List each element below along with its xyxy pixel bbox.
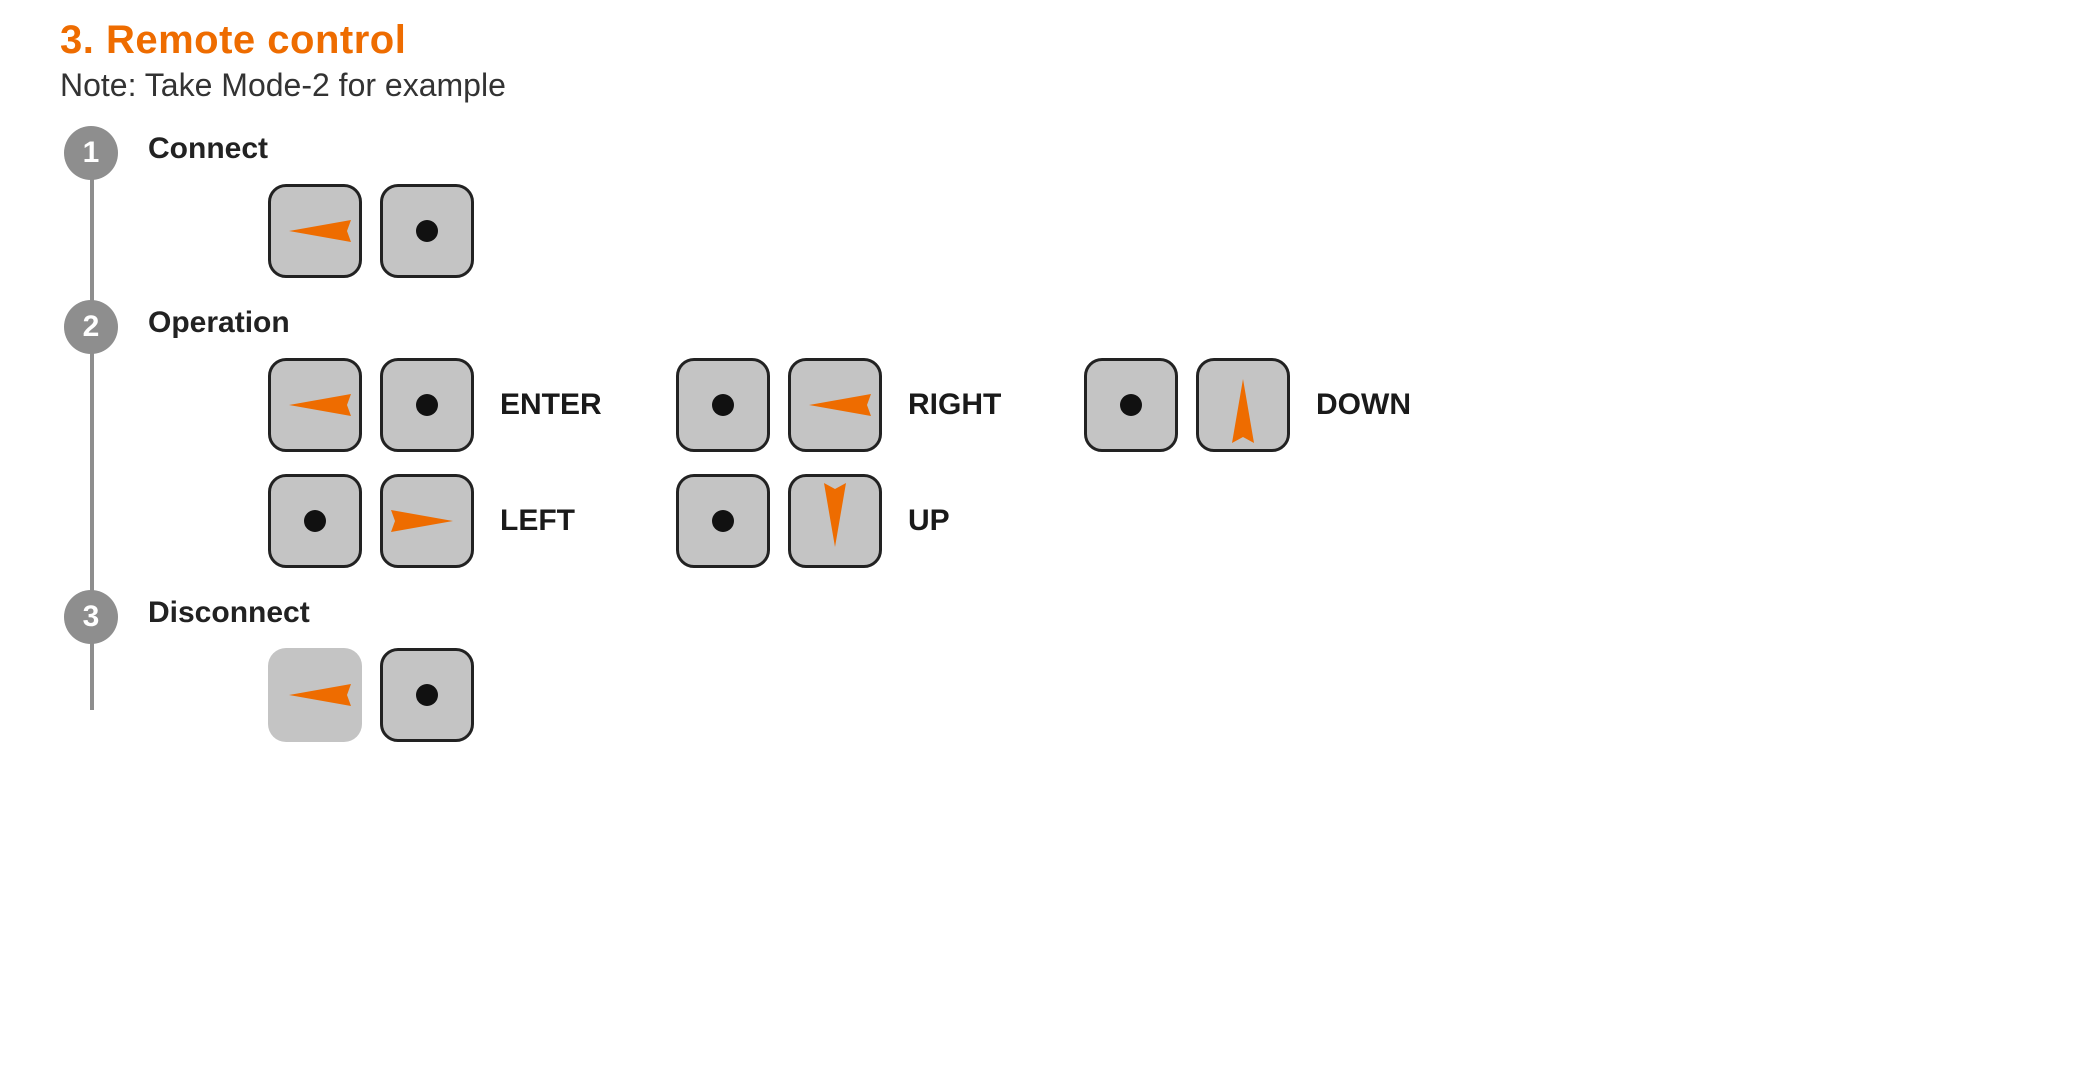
section-note: Note: Take Mode-2 for example: [60, 67, 2018, 104]
arrow-left-icon: [289, 680, 351, 710]
right-stick-icon: [788, 474, 882, 568]
steps-container: 1 Connect 2 Operation: [64, 132, 2018, 742]
arrow-down-icon: [820, 483, 850, 547]
left-stick-icon: [1084, 358, 1178, 452]
step-2: 2 Operation ENTER: [64, 306, 2018, 568]
stick-center-dot-icon: [304, 510, 326, 532]
stick-center-dot-icon: [712, 510, 734, 532]
stick-center-dot-icon: [416, 394, 438, 416]
step-title-connect: Connect: [148, 132, 2018, 166]
left-stick-icon: [676, 358, 770, 452]
step-1: 1 Connect: [64, 132, 2018, 278]
combo-enter: ENTER: [268, 358, 620, 452]
combo-left: LEFT: [268, 474, 620, 568]
stick-center-dot-icon: [416, 220, 438, 242]
step-title-operation: Operation: [148, 306, 2018, 340]
combo-down: DOWN: [1084, 358, 1436, 452]
combo-up: UP: [676, 474, 1028, 568]
arrow-up-icon: [1228, 379, 1258, 443]
arrow-left-icon: [289, 216, 351, 246]
left-stick-icon: [268, 358, 362, 452]
step-badge-2: 2: [64, 300, 118, 354]
arrow-left-icon: [289, 390, 351, 420]
left-stick-icon: [268, 184, 362, 278]
stick-center-dot-icon: [712, 394, 734, 416]
left-stick-icon: [268, 474, 362, 568]
right-stick-icon: [380, 184, 474, 278]
label-up: UP: [908, 504, 1028, 538]
step-badge-1: 1: [64, 126, 118, 180]
left-stick-icon: [268, 648, 362, 742]
step-3: 3 Disconnect: [64, 596, 2018, 742]
arrow-left-icon: [809, 390, 871, 420]
right-stick-icon: [788, 358, 882, 452]
right-stick-icon: [1196, 358, 1290, 452]
label-right: RIGHT: [908, 388, 1028, 422]
arrow-right-icon: [391, 506, 453, 536]
combo-connect: [268, 184, 474, 278]
right-stick-icon: [380, 358, 474, 452]
step-badge-3: 3: [64, 590, 118, 644]
page: 3. Remote control Note: Take Mode-2 for …: [0, 0, 2078, 824]
stick-center-dot-icon: [416, 684, 438, 706]
right-stick-icon: [380, 474, 474, 568]
label-left: LEFT: [500, 504, 620, 538]
label-down: DOWN: [1316, 388, 1436, 422]
label-enter: ENTER: [500, 388, 620, 422]
right-stick-icon: [380, 648, 474, 742]
step-title-disconnect: Disconnect: [148, 596, 2018, 630]
section-heading: 3. Remote control: [60, 18, 2018, 63]
combo-right: RIGHT: [676, 358, 1028, 452]
combo-disconnect: [268, 648, 474, 742]
stick-center-dot-icon: [1120, 394, 1142, 416]
left-stick-icon: [676, 474, 770, 568]
